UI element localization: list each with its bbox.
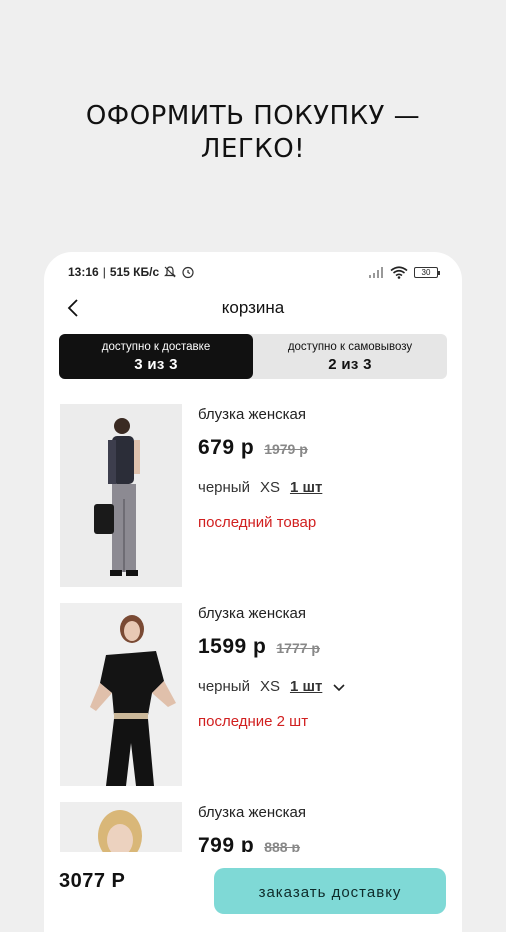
alarm-icon xyxy=(182,266,194,279)
old-price: 1777 р xyxy=(276,640,320,656)
product-color: черный xyxy=(198,678,250,695)
product-name[interactable]: блузка женская xyxy=(198,804,306,821)
battery-icon: 30 xyxy=(414,266,440,278)
stock-warning: последние 2 шт xyxy=(198,713,309,730)
status-network-speed: 515 КБ/с xyxy=(109,265,160,279)
promo-line-2: ЛЕГКО! xyxy=(200,134,306,164)
status-time: 13:16 xyxy=(68,265,99,279)
product-image[interactable] xyxy=(60,603,182,786)
tab-delivery-count: 3 из 3 xyxy=(134,355,178,373)
price-block: 1599 р 1777 р xyxy=(198,635,320,659)
tab-pickup-count: 2 из 3 xyxy=(328,355,372,373)
product-photo-figure xyxy=(60,404,182,587)
cart-item: блузка женская 799 р 888 р xyxy=(60,802,450,857)
delivery-tabs: доступно к доставке 3 из 3 доступно к са… xyxy=(59,334,447,379)
chevron-down-icon[interactable] xyxy=(332,680,346,694)
status-bar: 13:16 | 515 КБ/с 30 xyxy=(68,262,440,282)
tab-pickup[interactable]: доступно к самовывозу 2 из 3 xyxy=(253,334,447,379)
product-name[interactable]: блузка женская xyxy=(198,406,306,423)
tab-pickup-label: доступно к самовывозу xyxy=(287,340,413,353)
price-block: 679 р 1979 р xyxy=(198,436,308,460)
quantity-selector[interactable]: 1 шт xyxy=(290,479,322,496)
product-options: черный XS 1 шт xyxy=(198,678,346,695)
phone-screen: 13:16 | 515 КБ/с 30 корзина доступно к д… xyxy=(44,252,462,932)
cart-total: 3077 Р xyxy=(59,870,126,892)
product-photo-figure xyxy=(60,802,182,852)
signal-icon xyxy=(369,267,383,278)
old-price: 1979 р xyxy=(264,441,308,457)
product-photo-figure xyxy=(60,603,182,786)
tab-delivery[interactable]: доступно к доставке 3 из 3 xyxy=(59,334,253,379)
back-arrow-icon[interactable] xyxy=(64,298,84,318)
app-header: корзина xyxy=(44,290,462,326)
current-price: 679 р xyxy=(198,436,255,459)
page-title: корзина xyxy=(221,298,285,317)
cart-item: блузка женская 1599 р 1777 р черный XS 1… xyxy=(60,603,450,786)
product-image[interactable] xyxy=(60,802,182,852)
muted-bell-icon xyxy=(164,266,177,278)
battery-level: 30 xyxy=(421,267,431,277)
checkout-bar: 3077 Р заказать доставку xyxy=(44,852,462,932)
wifi-icon xyxy=(390,265,408,279)
product-size: XS xyxy=(259,479,280,496)
product-name[interactable]: блузка женская xyxy=(198,605,306,622)
current-price: 1599 р xyxy=(198,635,267,658)
stock-warning: последний товар xyxy=(198,514,317,531)
quantity-selector[interactable]: 1 шт xyxy=(290,678,322,695)
product-image[interactable] xyxy=(60,404,182,587)
promo-line-1: ОФОРМИТЬ ПОКУПКУ — xyxy=(85,101,421,131)
product-size: XS xyxy=(259,678,280,695)
cart-item: блузка женская 679 р 1979 р черный XS 1 … xyxy=(60,404,450,587)
product-color: черный xyxy=(198,479,250,496)
order-delivery-button[interactable]: заказать доставку xyxy=(214,868,446,914)
tab-delivery-label: доступно к доставке xyxy=(101,340,211,353)
product-options: черный XS 1 шт xyxy=(198,479,322,496)
promo-heading: ОФОРМИТЬ ПОКУПКУ — ЛЕГКО! xyxy=(0,100,506,166)
